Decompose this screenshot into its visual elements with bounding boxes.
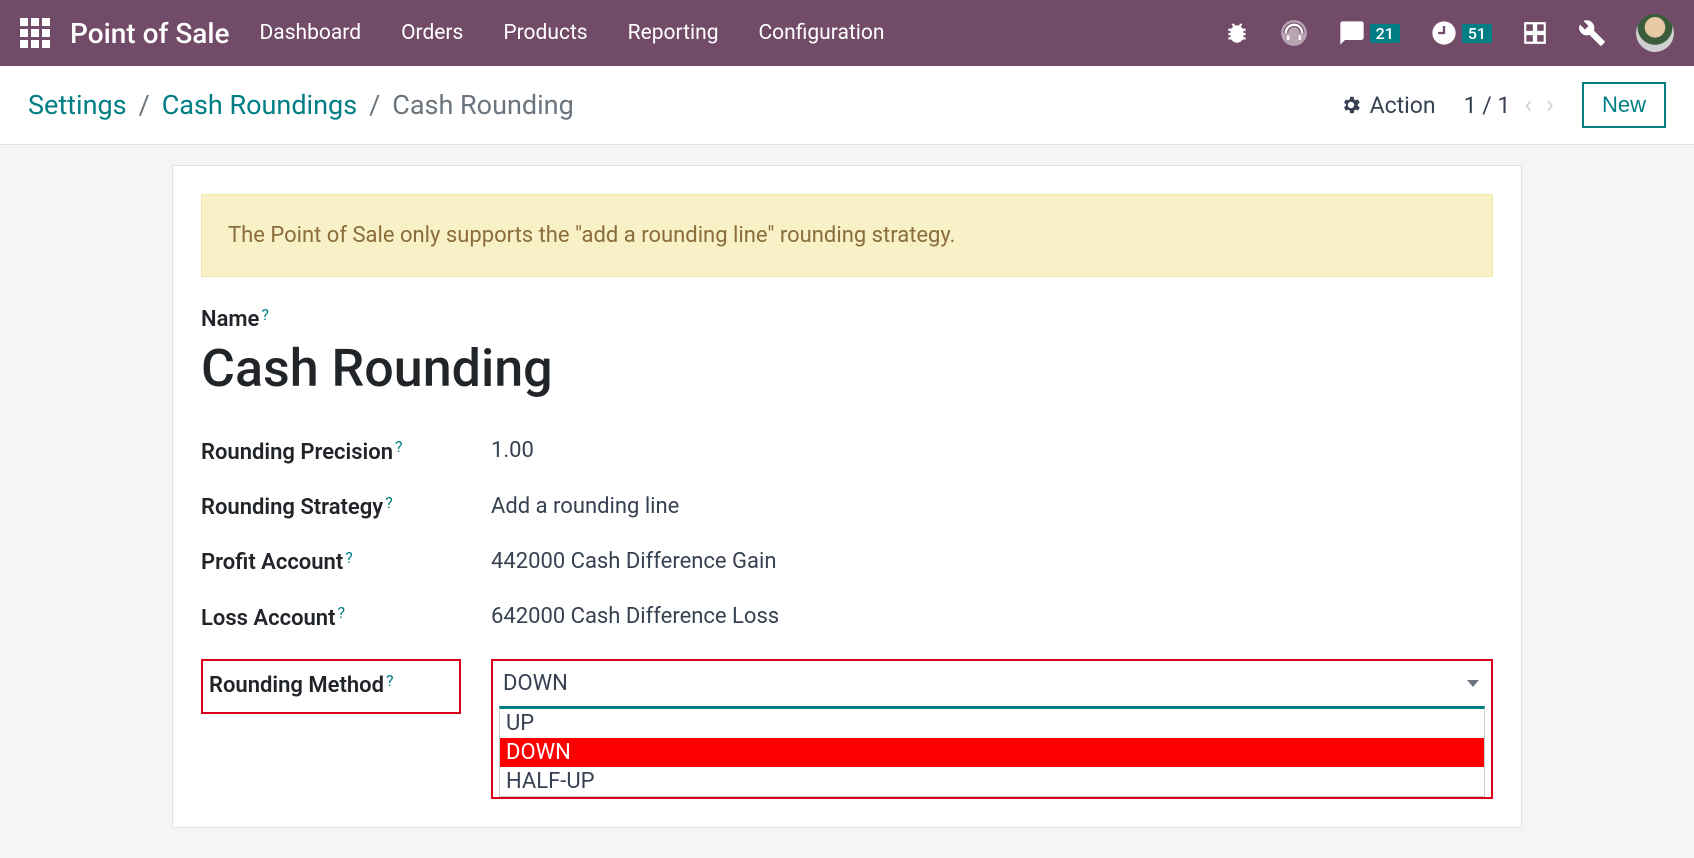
messages-badge: 21 bbox=[1370, 24, 1400, 43]
breadcrumb-root[interactable]: Settings bbox=[28, 89, 127, 121]
chevron-down-icon bbox=[1467, 680, 1479, 687]
option-down[interactable]: DOWN bbox=[500, 738, 1484, 767]
pager: 1 / 1 ‹ › bbox=[1464, 90, 1554, 120]
name-value[interactable]: Cash Rounding bbox=[201, 338, 1493, 399]
help-icon[interactable]: ? bbox=[385, 493, 393, 512]
breadcrumb-current: Cash Rounding bbox=[392, 89, 573, 121]
loss-label: Loss Account bbox=[201, 606, 335, 631]
grid-icon[interactable] bbox=[1522, 20, 1548, 46]
avatar[interactable] bbox=[1636, 14, 1674, 52]
help-icon[interactable]: ? bbox=[386, 671, 394, 690]
profit-value[interactable]: 442000 Cash Difference Gain bbox=[491, 549, 1493, 574]
option-up[interactable]: UP bbox=[500, 709, 1484, 738]
apps-icon[interactable] bbox=[20, 18, 50, 48]
new-button[interactable]: New bbox=[1582, 82, 1666, 128]
name-label: Name bbox=[201, 307, 259, 332]
support-icon[interactable] bbox=[1280, 19, 1308, 47]
pager-text: 1 / 1 bbox=[1464, 92, 1511, 119]
breadcrumb: Settings / Cash Roundings / Cash Roundin… bbox=[28, 89, 574, 121]
help-icon[interactable]: ? bbox=[395, 437, 403, 456]
help-icon[interactable]: ? bbox=[261, 305, 269, 324]
method-label: Rounding Method bbox=[209, 673, 384, 698]
precision-label: Rounding Precision bbox=[201, 440, 393, 465]
menu-products[interactable]: Products bbox=[503, 21, 587, 45]
method-dropdown: UP DOWN HALF-UP bbox=[499, 706, 1485, 797]
breadcrumb-parent[interactable]: Cash Roundings bbox=[162, 89, 357, 121]
profit-label: Profit Account bbox=[201, 550, 343, 575]
nav-right: 21 51 bbox=[1224, 14, 1674, 52]
action-button[interactable]: Action bbox=[1340, 92, 1436, 119]
sheet-background: The Point of Sale only supports the "add… bbox=[0, 145, 1694, 848]
menu-configuration[interactable]: Configuration bbox=[759, 21, 885, 45]
help-icon[interactable]: ? bbox=[345, 548, 353, 567]
menu-dashboard[interactable]: Dashboard bbox=[260, 21, 362, 45]
loss-value[interactable]: 642000 Cash Difference Loss bbox=[491, 604, 1493, 629]
tools-icon[interactable] bbox=[1578, 19, 1606, 47]
warning-alert: The Point of Sale only supports the "add… bbox=[201, 194, 1493, 277]
control-panel-right: Action 1 / 1 ‹ › New bbox=[1340, 82, 1666, 128]
row-method: Rounding Method? DOWN UP DOWN HALF-UP bbox=[201, 645, 1493, 799]
method-select[interactable]: DOWN UP DOWN HALF-UP bbox=[499, 667, 1485, 797]
debug-icon[interactable] bbox=[1224, 20, 1250, 46]
help-icon[interactable]: ? bbox=[337, 603, 345, 622]
strategy-value[interactable]: Add a rounding line bbox=[491, 494, 1493, 519]
activities-icon[interactable]: 51 bbox=[1430, 19, 1492, 47]
control-panel: Settings / Cash Roundings / Cash Roundin… bbox=[0, 66, 1694, 145]
pager-prev-icon[interactable]: ‹ bbox=[1524, 90, 1532, 120]
pager-next-icon[interactable]: › bbox=[1546, 90, 1554, 120]
nav-menu: Dashboard Orders Products Reporting Conf… bbox=[260, 21, 1224, 45]
messages-icon[interactable]: 21 bbox=[1338, 19, 1400, 47]
menu-reporting[interactable]: Reporting bbox=[628, 21, 719, 45]
gear-icon bbox=[1340, 94, 1362, 116]
row-loss: Loss Account? 642000 Cash Difference Los… bbox=[201, 589, 1493, 644]
row-precision: Rounding Precision? 1.00 bbox=[201, 423, 1493, 478]
option-half-up[interactable]: HALF-UP bbox=[500, 767, 1484, 796]
breadcrumb-sep: / bbox=[369, 89, 380, 121]
breadcrumb-sep: / bbox=[139, 89, 150, 121]
method-value: DOWN bbox=[503, 671, 568, 696]
form-sheet: The Point of Sale only supports the "add… bbox=[172, 165, 1522, 828]
row-profit: Profit Account? 442000 Cash Difference G… bbox=[201, 534, 1493, 589]
app-title[interactable]: Point of Sale bbox=[70, 17, 230, 50]
top-navbar: Point of Sale Dashboard Orders Products … bbox=[0, 0, 1694, 66]
strategy-label: Rounding Strategy bbox=[201, 495, 383, 520]
action-label: Action bbox=[1370, 92, 1436, 119]
form-body: Name? Cash Rounding Rounding Precision? … bbox=[173, 305, 1521, 827]
precision-value[interactable]: 1.00 bbox=[491, 438, 1493, 463]
menu-orders[interactable]: Orders bbox=[401, 21, 463, 45]
row-strategy: Rounding Strategy? Add a rounding line bbox=[201, 479, 1493, 534]
activities-badge: 51 bbox=[1462, 24, 1492, 43]
